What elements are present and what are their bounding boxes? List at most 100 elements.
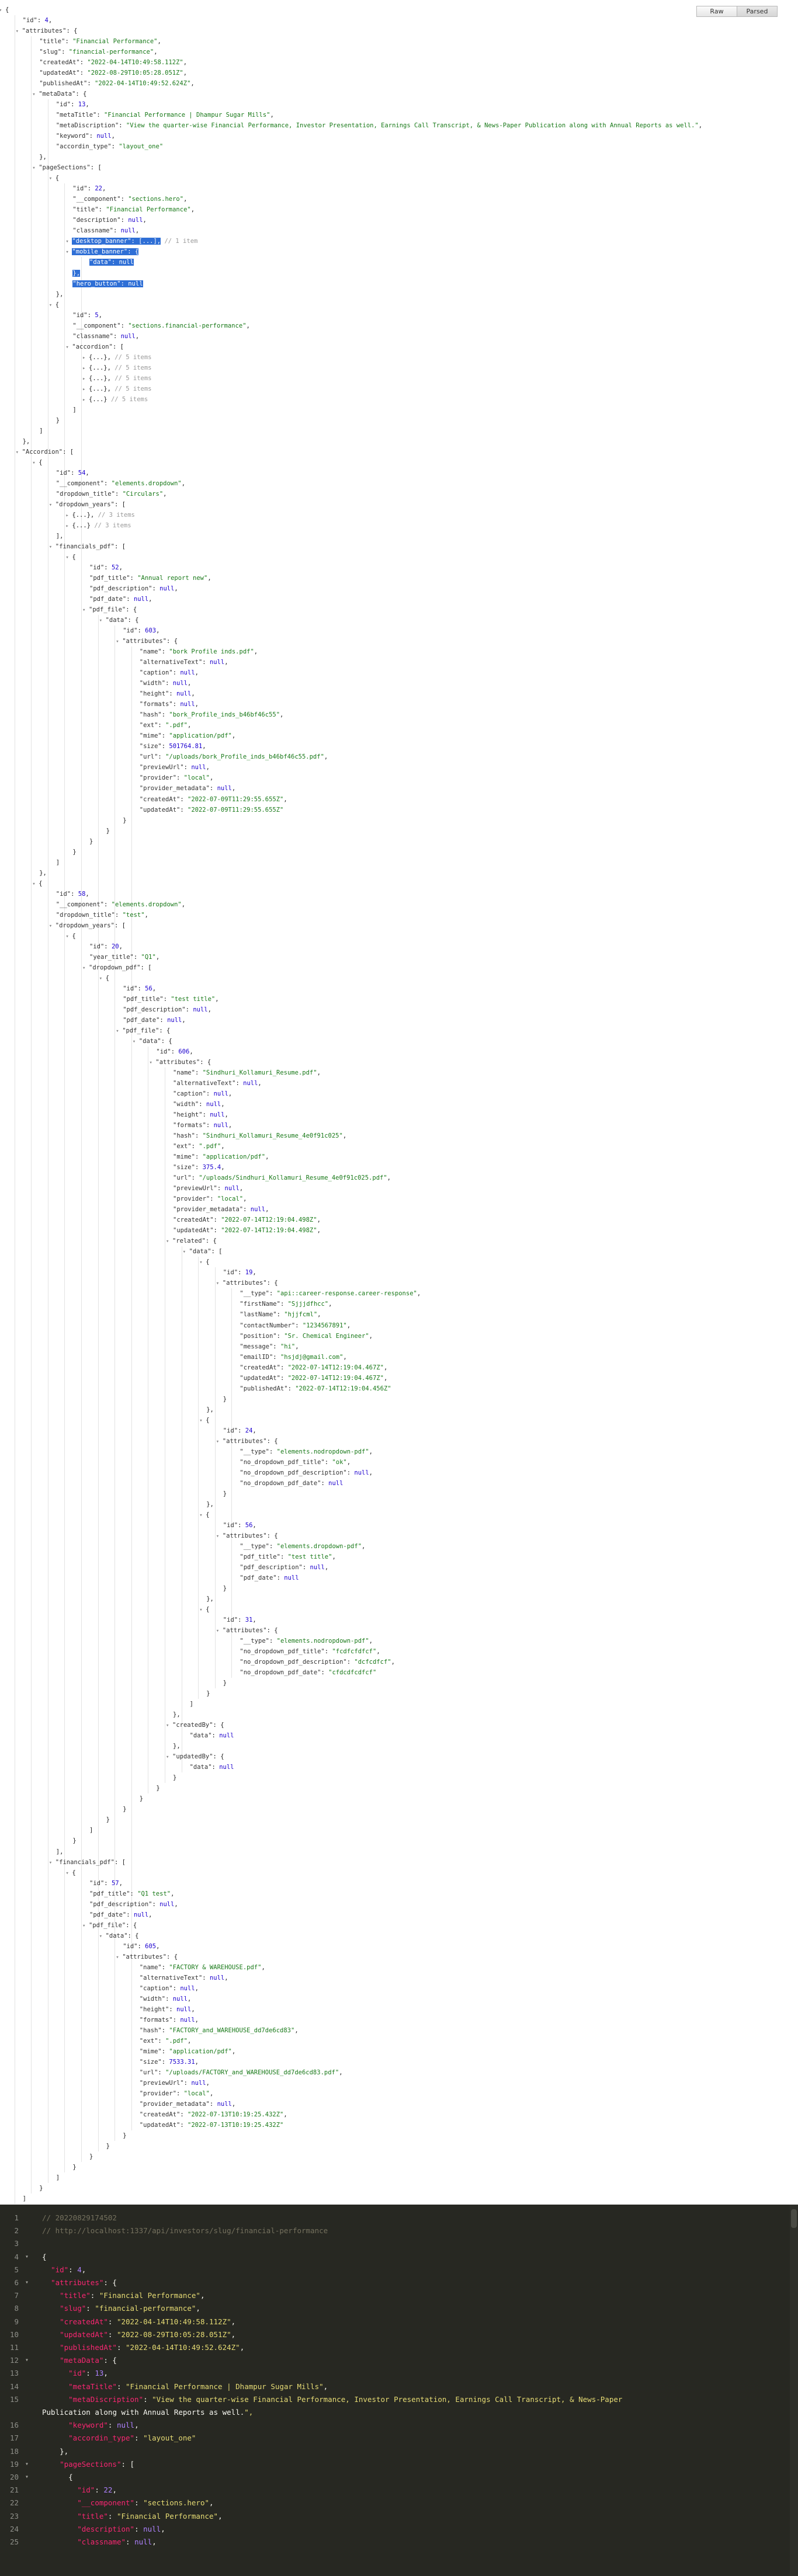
- json-line[interactable]: ▾{: [32, 457, 42, 468]
- json-line[interactable]: ▾ "data": {: [99, 615, 139, 625]
- json-line[interactable]: ▾ "financials_pdf": [: [49, 1857, 126, 1868]
- collapse-toggle-icon[interactable]: ▾: [166, 1752, 172, 1762]
- collapse-toggle-icon[interactable]: ▾: [166, 1720, 172, 1731]
- json-line[interactable]: ▾ "data": [: [183, 1246, 223, 1257]
- json-line[interactable]: ▾ "attributes": {: [116, 1952, 178, 1962]
- expand-toggle-icon[interactable]: ▸: [82, 363, 89, 374]
- fold-arrow-icon[interactable]: ▾: [25, 2471, 29, 2484]
- collapse-toggle-icon[interactable]: ▾: [199, 1257, 206, 1268]
- json-line[interactable]: ▾ "pdf_file": {: [82, 1920, 137, 1931]
- collapse-toggle-icon[interactable]: ▾: [32, 89, 39, 100]
- json-line[interactable]: ▾ "Accordion": [: [16, 447, 74, 457]
- json-line[interactable]: ▸ {...}, // 5 items: [82, 373, 151, 384]
- json-line[interactable]: ▾ "attributes": {: [216, 1436, 278, 1447]
- json-line[interactable]: ▾ "pageSections": [: [32, 162, 101, 173]
- json-line[interactable]: ▾ "pdf_file": {: [116, 1025, 170, 1036]
- json-line[interactable]: ▸ {...}, // 5 items: [82, 384, 151, 394]
- collapse-toggle-icon[interactable]: ▾: [16, 447, 22, 458]
- collapse-toggle-icon[interactable]: ▾: [82, 605, 89, 616]
- json-line[interactable]: ▾ "attributes": {: [216, 1278, 278, 1288]
- collapse-toggle-icon[interactable]: ▾: [99, 616, 106, 626]
- parsed-button[interactable]: Parsed: [737, 6, 778, 17]
- json-line[interactable]: ▾{: [99, 973, 109, 983]
- scrollbar-thumb[interactable]: [791, 2209, 797, 2228]
- collapse-toggle-icon[interactable]: ▾: [65, 247, 72, 258]
- fold-arrow-icon[interactable]: ▾: [25, 2458, 29, 2471]
- collapse-toggle-icon[interactable]: ▾: [99, 974, 106, 984]
- json-line[interactable]: ▾ "dropdown_pdf": [: [82, 962, 151, 973]
- expand-toggle-icon[interactable]: ▸: [82, 384, 89, 395]
- json-line[interactable]: ▾{: [65, 1868, 75, 1878]
- json-line[interactable]: ▾{: [0, 5, 9, 15]
- json-line[interactable]: ▾{: [49, 173, 59, 183]
- collapse-toggle-icon[interactable]: ▾: [116, 1952, 122, 1963]
- collapse-toggle-icon[interactable]: ▾: [32, 458, 39, 468]
- raw-button[interactable]: Raw: [696, 6, 737, 17]
- collapse-toggle-icon[interactable]: ▾: [65, 237, 72, 247]
- collapse-toggle-icon[interactable]: ▾: [183, 1247, 189, 1257]
- collapse-toggle-icon[interactable]: ▾: [216, 1437, 223, 1447]
- json-line[interactable]: ▾ "data": {: [99, 1931, 139, 1941]
- expand-toggle-icon[interactable]: ▸: [65, 510, 72, 521]
- collapse-toggle-icon[interactable]: ▾: [65, 931, 72, 942]
- expand-toggle-icon[interactable]: ▸: [82, 395, 89, 405]
- json-line[interactable]: ▾ "data": {: [133, 1036, 172, 1047]
- collapse-toggle-icon[interactable]: ▾: [133, 1037, 139, 1047]
- json-line[interactable]: ▾ "updatedBy": {: [166, 1751, 224, 1762]
- collapse-toggle-icon[interactable]: ▾: [49, 500, 55, 510]
- collapse-toggle-icon[interactable]: ▾: [199, 1416, 206, 1426]
- collapse-toggle-icon[interactable]: ▾: [199, 1605, 206, 1615]
- collapse-toggle-icon[interactable]: ▾: [116, 637, 122, 647]
- json-line[interactable]: ▾ "attributes": {: [216, 1625, 278, 1636]
- collapse-toggle-icon[interactable]: ▾: [0, 5, 5, 16]
- collapse-toggle-icon[interactable]: ▾: [32, 163, 39, 173]
- collapse-toggle-icon[interactable]: ▾: [49, 1858, 55, 1868]
- collapse-toggle-icon[interactable]: ▾: [82, 963, 89, 974]
- fold-arrow-icon[interactable]: ▾: [25, 2354, 29, 2367]
- json-line[interactable]: ▾ "accordion": [: [65, 342, 124, 352]
- json-line[interactable]: ▸ {...}, // 5 items: [82, 363, 151, 373]
- code-editor[interactable]: 1 // 20220829174502 2 // http://localhost:1…: [0, 2205, 798, 2576]
- collapse-toggle-icon[interactable]: ▾: [216, 1531, 223, 1542]
- expand-toggle-icon[interactable]: ▸: [65, 521, 72, 531]
- collapse-toggle-icon[interactable]: ▾: [32, 879, 39, 889]
- editor-scrollbar[interactable]: [790, 2205, 798, 2576]
- collapse-toggle-icon[interactable]: ▾: [65, 552, 72, 563]
- json-line[interactable]: ▾ "dropdown_years": [: [49, 920, 126, 931]
- collapse-toggle-icon[interactable]: ▾: [166, 1236, 172, 1247]
- expand-toggle-icon[interactable]: ▸: [82, 353, 89, 363]
- json-line[interactable]: ▸ {...}, // 5 items: [82, 352, 151, 363]
- json-line[interactable]: ▾{: [199, 1604, 209, 1615]
- fold-arrow-icon[interactable]: ▾: [25, 2276, 29, 2289]
- json-line[interactable]: ▾ "desktop_banner": [...], // 1 item: [65, 236, 197, 246]
- collapse-toggle-icon[interactable]: ▾: [65, 342, 72, 353]
- json-line[interactable]: ▾ "attributes": {: [16, 26, 78, 36]
- json-line[interactable]: ▾{: [199, 1415, 209, 1426]
- json-line[interactable]: ▾ "related": {: [166, 1236, 217, 1246]
- collapse-toggle-icon[interactable]: ▾: [149, 1058, 155, 1068]
- json-line[interactable]: ▾ "attributes": {: [216, 1531, 278, 1541]
- json-line[interactable]: ▾{: [49, 300, 59, 310]
- collapse-toggle-icon[interactable]: ▾: [65, 1868, 72, 1879]
- json-line[interactable]: ▸ {...}, // 3 items: [65, 510, 134, 520]
- collapse-toggle-icon[interactable]: ▾: [49, 921, 55, 931]
- json-line[interactable]: ▾{: [65, 931, 75, 941]
- collapse-toggle-icon[interactable]: ▾: [49, 300, 55, 311]
- json-line[interactable]: ▾ "attributes": {: [116, 636, 178, 646]
- collapse-toggle-icon[interactable]: ▾: [49, 542, 55, 552]
- collapse-toggle-icon[interactable]: ▾: [16, 26, 22, 37]
- json-line[interactable]: ▾ "pdf_file": {: [82, 604, 137, 615]
- collapse-toggle-icon[interactable]: ▾: [82, 1921, 89, 1931]
- json-line[interactable]: ▾ "metaData": {: [32, 89, 86, 99]
- json-line[interactable]: ▸ {...} // 5 items: [82, 394, 148, 405]
- collapse-toggle-icon[interactable]: ▾: [216, 1278, 223, 1289]
- collapse-toggle-icon[interactable]: ▾: [199, 1510, 206, 1521]
- collapse-toggle-icon[interactable]: ▾: [49, 173, 55, 184]
- collapse-toggle-icon[interactable]: ▾: [216, 1626, 223, 1636]
- json-line[interactable]: ▾ "financials_pdf": [: [49, 541, 126, 552]
- collapse-toggle-icon[interactable]: ▾: [116, 1026, 122, 1037]
- json-line[interactable]: ▾ "createdBy": {: [166, 1720, 224, 1730]
- expand-toggle-icon[interactable]: ▸: [82, 374, 89, 384]
- json-line[interactable]: ▾ "mobile_banner": {: [65, 246, 139, 258]
- json-line[interactable]: ▸ {...} // 3 items: [65, 520, 131, 531]
